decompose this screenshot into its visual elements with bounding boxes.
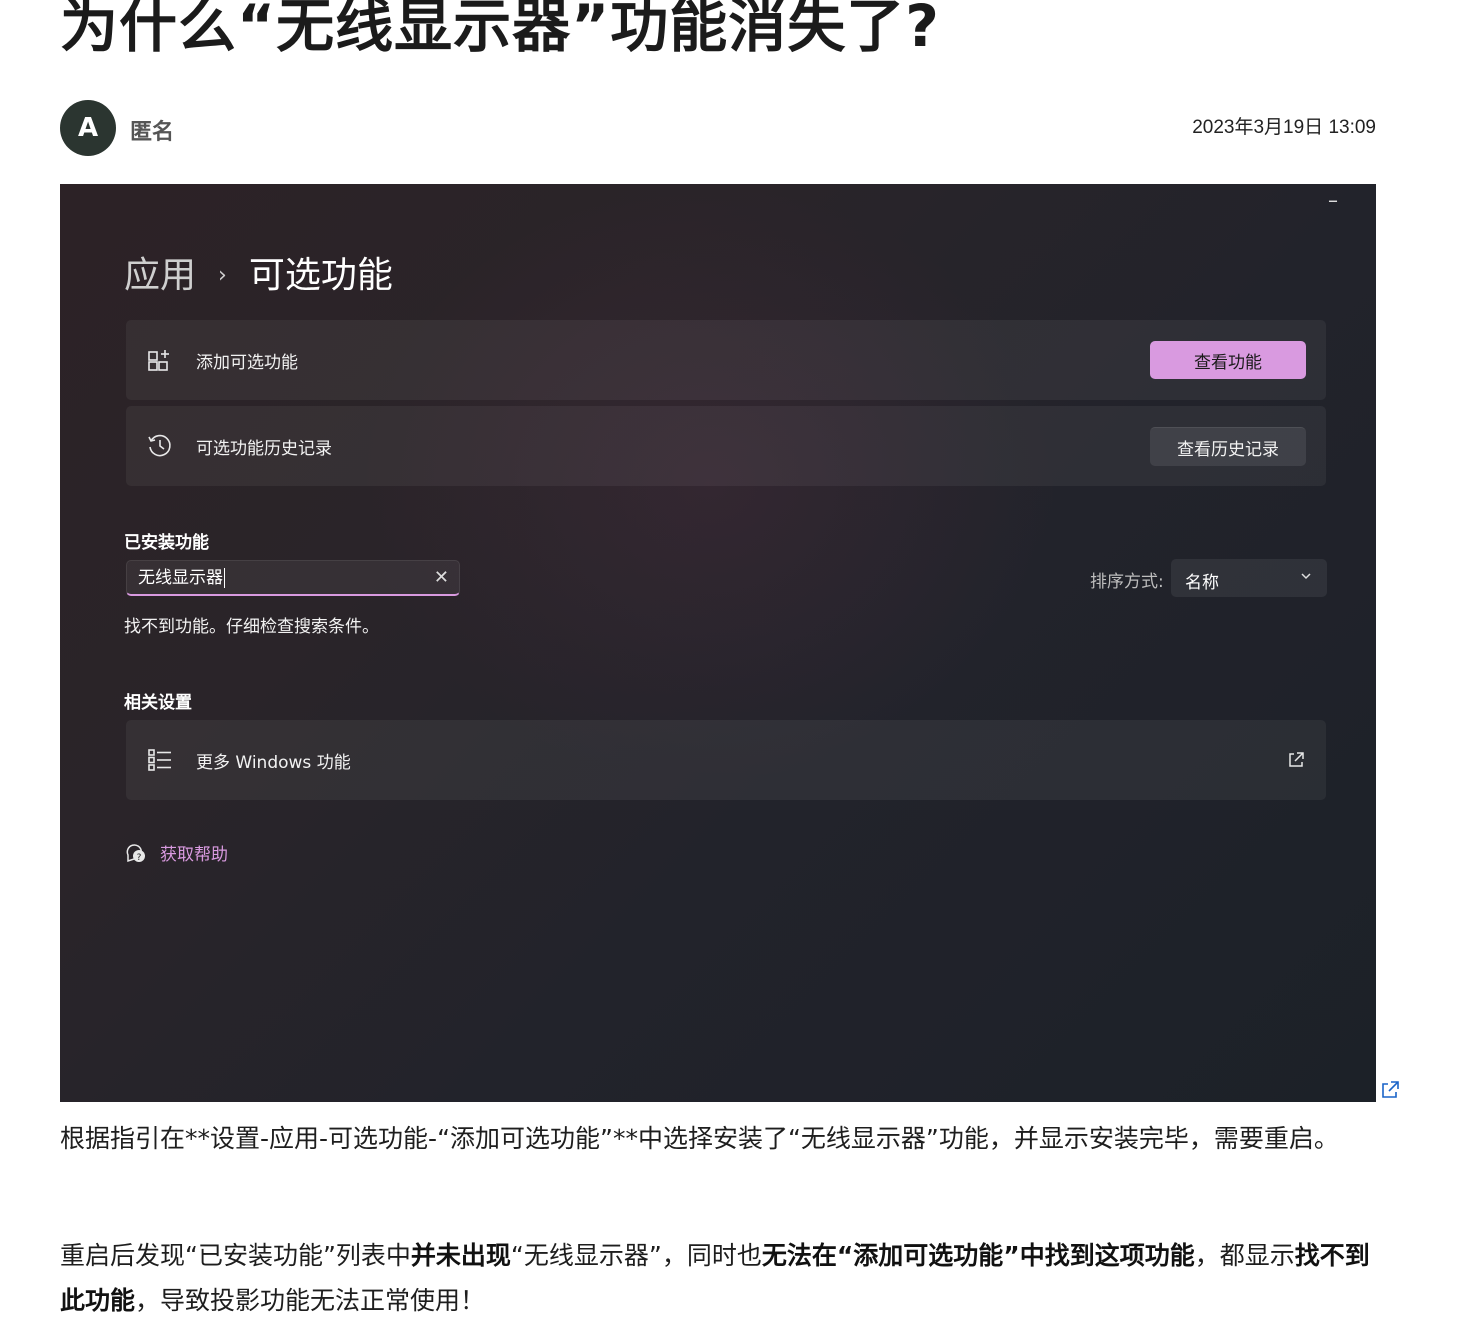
p2-text-1: 重启后发现“已安装功能”列表中 [60, 1241, 411, 1270]
history-icon [148, 434, 171, 457]
svg-text:?: ? [137, 853, 142, 863]
external-link-icon [1289, 752, 1304, 767]
sort-dropdown[interactable]: 名称 [1171, 559, 1327, 597]
post-date: 2023年3月19日 13:09 [1192, 117, 1376, 138]
body-paragraph-1: 根据指引在**设置-应用-可选功能-“添加可选功能”**中选择安装了“无线显示器… [60, 1116, 1370, 1161]
p2-bold-2: 无法在“添加可选功能”中找到这项功能 [761, 1241, 1195, 1270]
feature-history-label: 可选功能历史记录 [196, 438, 332, 459]
sort-value: 名称 [1185, 573, 1219, 593]
p1-text: 根据指引在**设置-应用-可选功能-“添加可选功能”**中选择安装了“无线显示器… [60, 1124, 1339, 1153]
settings-screenshot: – 应用 › 可选功能 添加可选功能 查看功能 可选功能历史记录 查看历史记录 … [60, 184, 1376, 1102]
list-icon [148, 749, 171, 771]
add-optional-feature-card: 添加可选功能 查看功能 [126, 320, 1326, 400]
search-input-value: 无线显示器 [138, 568, 225, 588]
feature-history-card: 可选功能历史记录 查看历史记录 [126, 406, 1326, 486]
installed-features-heading: 已安装功能 [124, 533, 209, 553]
p2-text-3: ，都显示 [1194, 1241, 1295, 1270]
post-title: 为什么“无线显示器”功能消失了? [60, 0, 940, 60]
more-windows-features-card[interactable]: 更多 Windows 功能 [126, 720, 1326, 800]
avatar[interactable]: A [60, 100, 116, 156]
breadcrumb: 应用 › 可选功能 [124, 252, 393, 300]
installed-search-input[interactable]: 无线显示器 ✕ [126, 560, 460, 596]
body-paragraph-2: 重启后发现“已安装功能”列表中并未出现“无线显示器”，同时也无法在“添加可选功能… [60, 1233, 1370, 1323]
author-name[interactable]: 匿名 [130, 114, 174, 146]
add-optional-feature-label: 添加可选功能 [196, 352, 298, 373]
get-help-link[interactable]: ? 获取帮助 [124, 840, 228, 865]
more-windows-features-label: 更多 Windows 功能 [196, 752, 351, 773]
help-chat-icon: ? [126, 843, 145, 863]
related-settings-heading: 相关设置 [124, 693, 192, 713]
open-image-external-icon[interactable] [1380, 1080, 1400, 1100]
p2-text-2: “无线显示器”，同时也 [510, 1241, 762, 1270]
get-help-label: 获取帮助 [160, 845, 228, 865]
view-history-button[interactable]: 查看历史记录 [1150, 427, 1306, 466]
minimize-button[interactable]: – [1328, 188, 1338, 212]
chevron-down-icon [1301, 573, 1311, 580]
p2-text-4: ，导致投影功能无法正常使用！ [135, 1286, 486, 1315]
clear-search-icon[interactable]: ✕ [434, 567, 449, 588]
breadcrumb-current: 可选功能 [248, 255, 393, 296]
p2-bold-1: 并未出现 [410, 1241, 511, 1270]
view-features-button[interactable]: 查看功能 [1150, 341, 1306, 379]
sort-label: 排序方式: [1090, 572, 1164, 592]
no-features-message: 找不到功能。仔细检查搜索条件。 [124, 617, 379, 637]
add-feature-icon [148, 350, 169, 371]
breadcrumb-apps[interactable]: 应用 [124, 252, 196, 300]
avatar-initial: A [77, 113, 99, 143]
breadcrumb-separator: › [218, 263, 227, 288]
